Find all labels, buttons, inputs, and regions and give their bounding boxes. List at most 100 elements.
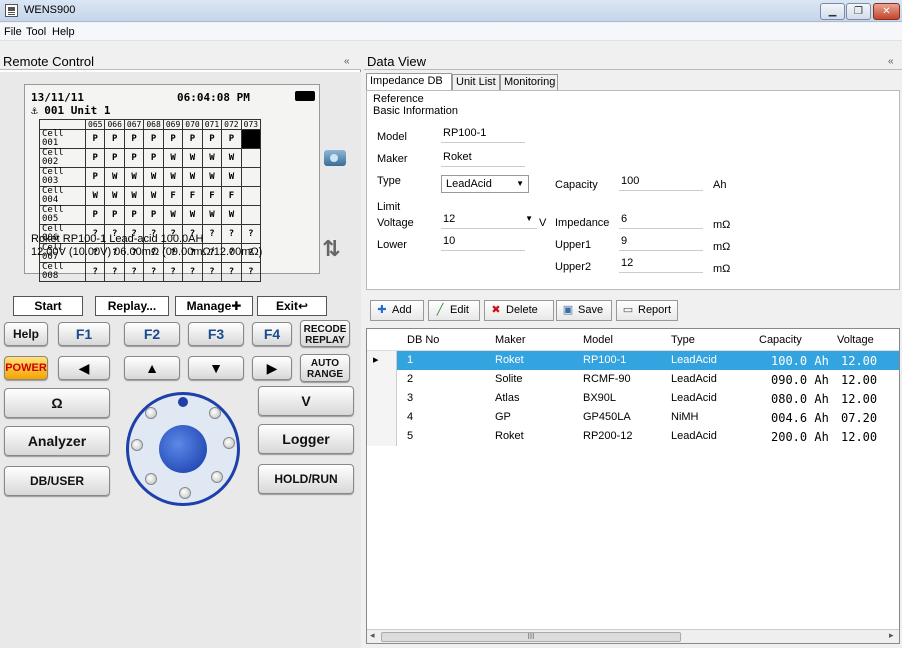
- save-button[interactable]: ▣ Save: [556, 300, 612, 321]
- swap-arrows-icon[interactable]: ⇅: [322, 236, 340, 262]
- maker-field[interactable]: Roket: [441, 149, 525, 167]
- scroll-left-icon[interactable]: ◂: [370, 630, 375, 641]
- add-button[interactable]: ✚ Add: [370, 300, 424, 321]
- tab-impedance-db[interactable]: Impedance DB: [366, 73, 452, 91]
- manage-softkey[interactable]: Manage✚: [175, 296, 253, 316]
- row-selector[interactable]: [367, 408, 397, 427]
- close-button[interactable]: ✕: [873, 3, 900, 20]
- tab-monitoring[interactable]: Monitoring: [500, 74, 558, 90]
- column-header[interactable]: Model: [583, 334, 613, 346]
- scroll-thumb[interactable]: III: [381, 632, 681, 642]
- table-row[interactable]: 3 Atlas BX90L LeadAcid 080.0 Ah 12.00: [367, 389, 899, 408]
- edit-button[interactable]: ╱ Edit: [428, 300, 480, 321]
- scroll-right-icon[interactable]: ▸: [889, 630, 894, 641]
- maximize-button[interactable]: ❐: [846, 3, 871, 20]
- f2-button[interactable]: F2: [124, 322, 180, 346]
- model-field[interactable]: RP100-1: [441, 125, 525, 143]
- capacity-field[interactable]: 100: [619, 173, 703, 191]
- upper1-field[interactable]: 9: [619, 233, 703, 251]
- edit-label: Edit: [450, 304, 469, 316]
- table-cell: Roket: [495, 430, 524, 442]
- minimize-button[interactable]: ▁: [820, 3, 845, 20]
- maximize-icon: ❐: [854, 6, 863, 17]
- title-bar: WENS900 ▁ ❐ ✕: [0, 0, 902, 22]
- right-arrow-button[interactable]: ▶: [252, 356, 292, 380]
- dial-position[interactable]: [145, 407, 157, 419]
- menu-file[interactable]: File: [4, 26, 22, 38]
- db-user-button[interactable]: DB/USER: [4, 466, 110, 496]
- column-header[interactable]: DB No: [407, 334, 439, 346]
- recode-replay-button[interactable]: RECODE REPLAY: [300, 320, 350, 347]
- help-button[interactable]: Help: [4, 322, 48, 346]
- lower-field[interactable]: 10: [441, 233, 525, 251]
- dial-position[interactable]: [179, 487, 191, 499]
- table-cell: 3: [407, 392, 414, 404]
- auto-range-button[interactable]: AUTO RANGE: [300, 354, 350, 382]
- table-row[interactable]: 2 Solite RCMF-90 LeadAcid 090.0 Ah 12.00: [367, 370, 899, 389]
- type-select[interactable]: LeadAcid ▼: [441, 175, 529, 193]
- cell-status: F: [182, 186, 203, 206]
- f1-button[interactable]: F1: [58, 322, 110, 346]
- down-arrow-button[interactable]: ▼: [188, 356, 244, 380]
- cell-status: W: [182, 167, 203, 187]
- f4-button[interactable]: F4: [252, 322, 292, 346]
- up-arrow-button[interactable]: ▲: [124, 356, 180, 380]
- upper2-field[interactable]: 12: [619, 255, 703, 273]
- dial-center-button[interactable]: [159, 425, 207, 473]
- tab-unit-list[interactable]: Unit List: [452, 74, 500, 90]
- cell-row: Cell 005 P P P P W W W W: [39, 205, 262, 225]
- column-header[interactable]: Type: [671, 334, 695, 346]
- cell-status: P: [143, 205, 164, 225]
- column-header[interactable]: Capacity: [759, 334, 802, 346]
- row-selector[interactable]: ▸: [367, 351, 397, 370]
- row-selector[interactable]: [367, 389, 397, 408]
- analyzer-button[interactable]: Analyzer: [4, 426, 110, 456]
- table-row[interactable]: ▸ 1 Roket RP100-1 LeadAcid 100.0 Ah 12.00: [367, 351, 899, 370]
- start-softkey[interactable]: Start: [13, 296, 83, 316]
- cell-status: P: [104, 205, 125, 225]
- row-selector[interactable]: [367, 370, 397, 389]
- ohm-button[interactable]: Ω: [4, 388, 110, 418]
- exit-softkey[interactable]: Exit↩: [257, 296, 327, 316]
- impedance-field[interactable]: 6: [619, 211, 703, 229]
- table-cell: Roket: [495, 354, 524, 366]
- f3-button[interactable]: F3: [188, 322, 244, 346]
- auto-label: AUTO: [310, 358, 340, 369]
- menu-help[interactable]: Help: [52, 26, 75, 38]
- cell-row-label: Cell 002: [39, 148, 86, 168]
- camera-icon[interactable]: [324, 150, 346, 166]
- collapse-left-button[interactable]: «: [344, 54, 350, 70]
- collapse-right-button[interactable]: «: [888, 54, 894, 70]
- cell-status: P: [84, 205, 106, 225]
- dial-position[interactable]: [223, 437, 235, 449]
- table-row[interactable]: 5 Roket RP200-12 LeadAcid 200.0 Ah 12.00: [367, 427, 899, 446]
- voltage-select[interactable]: 12 ▼: [441, 211, 537, 229]
- dial-position[interactable]: [209, 407, 221, 419]
- column-header[interactable]: Voltage: [837, 334, 874, 346]
- lcd-unit: ⚓ 001 Unit 1: [31, 104, 111, 117]
- menu-tool[interactable]: Tool: [26, 26, 46, 38]
- hold-run-button[interactable]: HOLD/RUN: [258, 464, 354, 494]
- left-arrow-button[interactable]: ◀: [58, 356, 110, 380]
- delete-button[interactable]: ✖ Delete: [484, 300, 554, 321]
- replay-softkey[interactable]: Replay...: [95, 296, 169, 316]
- logger-button[interactable]: Logger: [258, 424, 354, 454]
- panel-title: Data View: [367, 54, 427, 69]
- maker-label: Maker: [377, 153, 408, 165]
- dial-position[interactable]: [211, 471, 223, 483]
- row-selector[interactable]: [367, 427, 397, 446]
- table-row[interactable]: 4 GP GP450LA NiMH 004.6 Ah 07.20: [367, 408, 899, 427]
- table-cell: LeadAcid: [671, 354, 717, 366]
- cell-status: W: [162, 148, 184, 168]
- power-button[interactable]: POWER: [4, 356, 48, 380]
- report-button[interactable]: ▭ Report: [616, 300, 678, 321]
- table-cell: 1: [407, 354, 414, 366]
- horizontal-scrollbar[interactable]: ◂ III ▸: [367, 629, 899, 643]
- dial-position[interactable]: [145, 473, 157, 485]
- table-cell: LeadAcid: [671, 373, 717, 385]
- navigation-dial[interactable]: [126, 392, 240, 506]
- table-cell: 2: [407, 373, 414, 385]
- column-header[interactable]: Maker: [495, 334, 526, 346]
- volt-button[interactable]: V: [258, 386, 354, 416]
- dial-position[interactable]: [131, 439, 143, 451]
